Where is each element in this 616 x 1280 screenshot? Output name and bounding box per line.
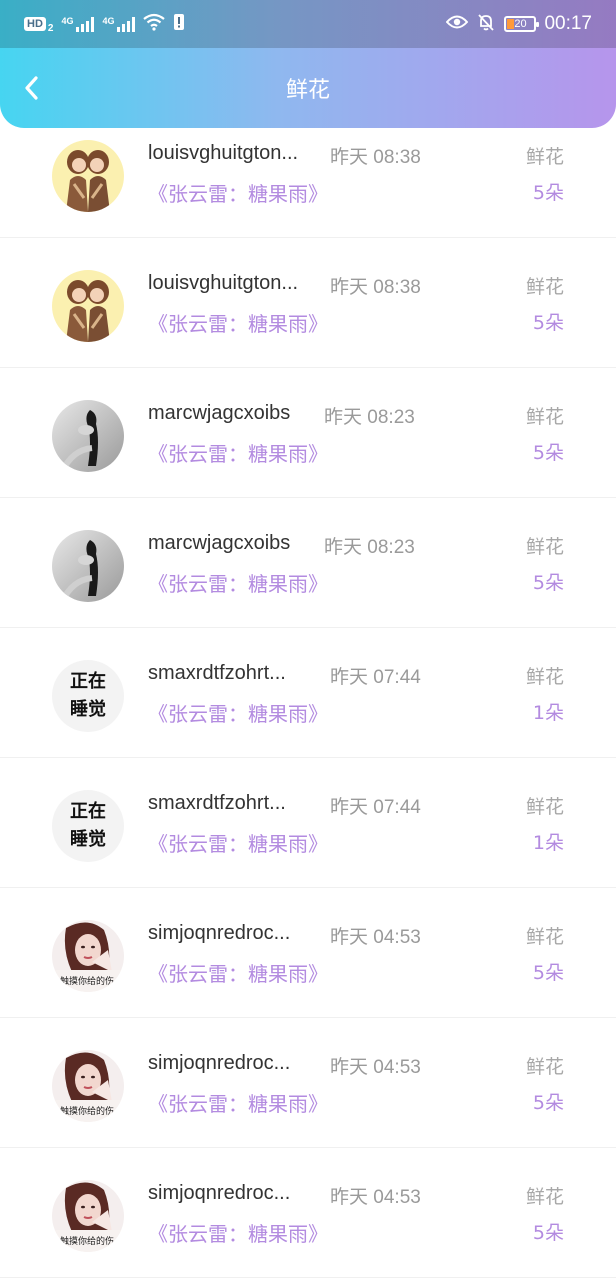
gift-count: 5朵 xyxy=(532,1222,564,1244)
song-title[interactable]: 《张云雷：糖果雨》 xyxy=(148,568,328,597)
gift-type: 鲜花 xyxy=(525,1056,564,1078)
avatar-caption: 触摸你给的伤 xyxy=(60,1237,115,1247)
gift-record-row[interactable]: 触摸你给的伤 simjoqnredroc... 昨天 04:53 《张云雷：糖果雨》 鲜… xyxy=(0,1148,616,1278)
row-divider xyxy=(0,1277,616,1278)
avatar[interactable]: 触摸你给的伤 xyxy=(52,920,124,992)
song-title[interactable]: 《张云雷：糖果雨》 xyxy=(148,1088,328,1117)
song-title[interactable]: 《张云雷：糖果雨》 xyxy=(148,698,328,727)
gift-type: 鲜花 xyxy=(525,406,564,428)
chevron-left-icon xyxy=(25,76,38,100)
header: HD 2 4G 4G 20 00:17 鲜花 xyxy=(0,0,616,128)
sim-alert-icon xyxy=(173,13,185,36)
gift-count: 1朵 xyxy=(532,832,564,854)
avatar[interactable]: 正在 睡觉 xyxy=(52,790,124,862)
username[interactable]: marcwjagcxoibs xyxy=(148,532,290,555)
username[interactable]: simjoqnredroc... xyxy=(148,1052,290,1075)
avatar-text-line1: 正在 xyxy=(70,801,106,822)
song-title[interactable]: 《张云雷：糖果雨》 xyxy=(148,438,328,467)
avatar-text-line2: 睡觉 xyxy=(70,829,106,850)
username[interactable]: simjoqnredroc... xyxy=(148,1182,290,1205)
timestamp: 昨天 08:23 xyxy=(324,407,415,428)
username[interactable]: smaxrdtfzohrt... xyxy=(148,662,286,685)
gift-type: 鲜花 xyxy=(525,1186,564,1208)
clock: 00:17 xyxy=(544,13,592,34)
battery-icon: 20 xyxy=(504,16,540,32)
song-title[interactable]: 《张云雷：糖果雨》 xyxy=(148,178,328,207)
username[interactable]: louisvghuitgton... xyxy=(148,142,298,165)
gift-count: 5朵 xyxy=(532,442,564,464)
avatar-caption: 触摸你给的伤 xyxy=(60,977,115,987)
gift-count: 5朵 xyxy=(532,312,564,334)
gift-count: 5朵 xyxy=(532,572,564,594)
gift-type: 鲜花 xyxy=(525,146,564,168)
gift-type: 鲜花 xyxy=(525,796,564,818)
status-left: HD 2 4G 4G xyxy=(24,13,185,36)
timestamp: 昨天 07:44 xyxy=(330,797,421,818)
gift-count: 5朵 xyxy=(532,182,564,204)
network-type-label: 4G xyxy=(61,16,74,26)
gift-record-row[interactable]: 触摸你给的伤 simjoqnredroc... 昨天 04:53 《张云雷：糖果雨》 鲜… xyxy=(0,1018,616,1148)
gift-record-row[interactable]: 正在睡觉 smaxrdtfzohrt... 昨天 07:44 《张云雷：糖果雨》 鲜花 1… xyxy=(0,758,616,888)
avatar[interactable] xyxy=(52,270,124,342)
gift-type: 鲜花 xyxy=(525,276,564,298)
timestamp: 昨天 08:23 xyxy=(324,537,415,558)
song-title[interactable]: 《张云雷：糖果雨》 xyxy=(148,1218,328,1247)
avatar[interactable] xyxy=(52,140,124,212)
avatar[interactable]: 正在 睡觉 xyxy=(52,660,124,732)
timestamp: 昨天 08:38 xyxy=(330,147,421,168)
battery-level: 20 xyxy=(514,18,527,30)
avatar[interactable] xyxy=(52,400,124,472)
app-bar: 鲜花 xyxy=(0,48,616,128)
sim-slot-label: 2 xyxy=(47,22,54,34)
gift-type: 鲜花 xyxy=(525,536,564,558)
timestamp: 昨天 04:53 xyxy=(330,927,421,948)
username[interactable]: simjoqnredroc... xyxy=(148,922,290,945)
avatar-caption: 触摸你给的伤 xyxy=(60,1107,115,1117)
avatar[interactable]: 触摸你给的伤 xyxy=(52,1180,124,1252)
gift-record-row[interactable]: louisvghuitgton... 昨天 08:38 《张云雷：糖果雨》 鲜花 5朵 xyxy=(0,238,616,368)
gift-count: 5朵 xyxy=(532,962,564,984)
hd-badge: HD xyxy=(24,17,46,31)
gift-count: 1朵 xyxy=(532,702,564,724)
song-title[interactable]: 《张云雷：糖果雨》 xyxy=(148,958,328,987)
timestamp: 昨天 08:38 xyxy=(330,277,421,298)
username[interactable]: marcwjagcxoibs xyxy=(148,402,290,425)
status-bar: HD 2 4G 4G 20 00:17 xyxy=(0,0,616,48)
signal-icon-2: 4G xyxy=(102,16,136,32)
signal-icon: 4G xyxy=(61,16,95,32)
username[interactable]: smaxrdtfzohrt... xyxy=(148,792,286,815)
gift-record-row[interactable]: marcwjagcxoibs 昨天 08:23 《张云雷：糖果雨》 鲜花 5朵 xyxy=(0,368,616,498)
gift-record-row[interactable]: 正在睡觉 smaxrdtfzohrt... 昨天 07:44 《张云雷：糖果雨》 鲜花 1… xyxy=(0,628,616,758)
gift-type: 鲜花 xyxy=(525,926,564,948)
gift-type: 鲜花 xyxy=(525,666,564,688)
gift-record-row[interactable]: 触摸你给的伤 simjoqnredroc... 昨天 04:53 《张云雷：糖果雨》 鲜… xyxy=(0,888,616,1018)
timestamp: 昨天 04:53 xyxy=(330,1057,421,1078)
gift-count: 5朵 xyxy=(532,1092,564,1114)
username[interactable]: louisvghuitgton... xyxy=(148,272,298,295)
song-title[interactable]: 《张云雷：糖果雨》 xyxy=(148,828,328,857)
song-title[interactable]: 《张云雷：糖果雨》 xyxy=(148,308,328,337)
back-button[interactable] xyxy=(14,70,50,106)
avatar[interactable] xyxy=(52,530,124,602)
network-type-label-2: 4G xyxy=(102,16,115,26)
avatar-text-line1: 正在 xyxy=(70,671,106,692)
bell-off-icon xyxy=(476,12,496,37)
gift-record-list[interactable]: louisvghuitgton... 昨天 08:38 《张云雷：糖果雨》 鲜花 5朵 l… xyxy=(0,128,616,1280)
gift-record-row[interactable]: marcwjagcxoibs 昨天 08:23 《张云雷：糖果雨》 鲜花 5朵 xyxy=(0,498,616,628)
timestamp: 昨天 04:53 xyxy=(330,1187,421,1208)
timestamp: 昨天 07:44 xyxy=(330,667,421,688)
avatar[interactable]: 触摸你给的伤 xyxy=(52,1050,124,1122)
gift-record-row[interactable]: louisvghuitgton... 昨天 08:38 《张云雷：糖果雨》 鲜花 5朵 xyxy=(0,128,616,238)
status-right: 20 00:17 xyxy=(446,12,592,37)
avatar-text-line2: 睡觉 xyxy=(70,699,106,720)
eye-icon xyxy=(446,14,469,35)
wifi-icon xyxy=(143,13,166,36)
page-title: 鲜花 xyxy=(285,78,330,103)
